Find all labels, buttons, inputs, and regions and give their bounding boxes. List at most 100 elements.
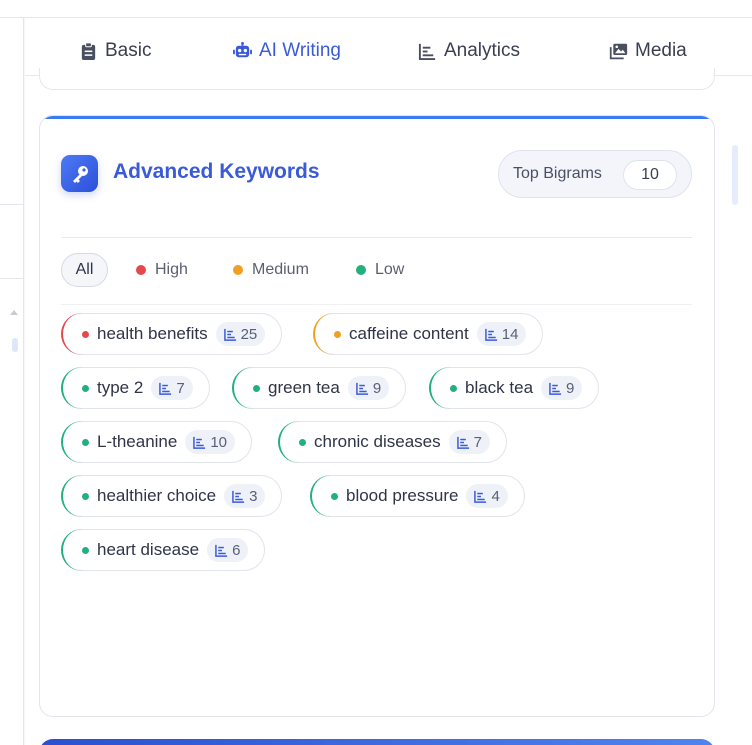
- keyword-chip[interactable]: healthier choice 3: [61, 475, 283, 517]
- previous-card-edge: [39, 68, 715, 90]
- chart-icon: [223, 328, 236, 341]
- keyword-text: type 2: [97, 378, 144, 397]
- right-scrollbar-thumb[interactable]: [732, 145, 738, 205]
- keyword-count: 7: [473, 433, 482, 451]
- top-bigrams-control[interactable]: Top Bigrams 10: [498, 150, 692, 198]
- chip-accent: [310, 475, 332, 517]
- card-title: Advanced Keywords: [113, 160, 320, 183]
- keyword-count: 10: [210, 433, 228, 451]
- keyword-count-badge: 9: [541, 376, 583, 400]
- filter-all[interactable]: All: [61, 253, 108, 287]
- chip-accent: [232, 367, 254, 409]
- tab-ai-writing[interactable]: AI Writing: [233, 36, 341, 66]
- chart-icon: [418, 43, 436, 60]
- filter-label: Medium: [252, 261, 309, 278]
- keyword-chip[interactable]: caffeine content 14: [313, 313, 544, 355]
- top-bigrams-count[interactable]: 10: [623, 160, 677, 190]
- keyword-count: 3: [249, 487, 258, 505]
- keyword-count-badge: 3: [224, 484, 266, 508]
- keyword-text: heart disease: [97, 540, 200, 559]
- high-dot-icon: [136, 265, 146, 275]
- left-pane: [0, 18, 24, 745]
- tab-basic[interactable]: Basic: [79, 36, 151, 66]
- low-dot-icon: [331, 492, 338, 500]
- keyword-count-badge: 7: [151, 376, 193, 400]
- chip-accent: [313, 313, 335, 355]
- keyword-chip[interactable]: chronic diseases 7: [278, 421, 507, 463]
- keyword-count-badge: 14: [476, 322, 527, 346]
- chip-accent: [61, 475, 83, 517]
- keyword-count: 4: [491, 487, 500, 505]
- top-strip: [0, 0, 752, 18]
- keyword-count-badge: 10: [185, 430, 236, 454]
- low-dot-icon: [82, 492, 89, 500]
- keyword-text: black tea: [465, 378, 534, 397]
- chart-icon: [456, 436, 469, 449]
- low-dot-icon: [82, 546, 89, 554]
- keyword-count: 7: [176, 379, 185, 397]
- chip-accent: [61, 313, 83, 355]
- keyword-count: 25: [240, 325, 258, 343]
- tab-label: Basic: [105, 40, 152, 61]
- tab-label: Analytics: [444, 40, 521, 61]
- tab-label: Media: [635, 40, 687, 61]
- chart-icon: [232, 490, 245, 503]
- keyword-count-badge: 4: [466, 484, 508, 508]
- keyword-text: green tea: [268, 378, 340, 397]
- chart-icon: [474, 490, 487, 503]
- filter-label: Low: [375, 261, 405, 278]
- low-dot-icon: [82, 384, 89, 392]
- keyword-count: 9: [372, 379, 382, 397]
- divider: [61, 304, 692, 305]
- tab-label: AI Writing: [259, 40, 342, 61]
- chip-accent: [61, 421, 83, 463]
- card-icon-badge: [61, 155, 98, 192]
- medium-dot-icon: [334, 330, 341, 338]
- keyword-count: 14: [501, 325, 519, 343]
- robot-icon: [233, 41, 252, 57]
- chip-accent: [61, 529, 83, 571]
- divider: [61, 237, 692, 238]
- low-dot-icon: [82, 438, 89, 446]
- chart-icon: [549, 382, 562, 395]
- filter-low[interactable]: Low: [356, 253, 404, 287]
- tab-analytics[interactable]: Analytics: [418, 36, 520, 66]
- keyword-chip[interactable]: L-theanine 10: [61, 421, 253, 463]
- chart-icon: [193, 436, 206, 449]
- chip-accent: [61, 367, 83, 409]
- keyword-text: blood pressure: [346, 486, 459, 505]
- filter-medium[interactable]: Medium: [233, 253, 309, 287]
- keyword-chip[interactable]: health benefits 25: [61, 313, 283, 355]
- images-icon: [609, 43, 628, 59]
- key-icon: [72, 165, 88, 183]
- editor-panel: Basic AI Writing Analytics Media Advance…: [25, 18, 752, 745]
- keyword-text: healthier choice: [97, 486, 217, 505]
- scroll-up-icon[interactable]: [10, 310, 18, 315]
- chip-accent: [429, 367, 451, 409]
- chart-icon: [159, 382, 172, 395]
- keyword-chip[interactable]: green tea 9: [232, 367, 407, 409]
- keyword-text: caffeine content: [349, 324, 469, 343]
- filter-high[interactable]: High: [136, 253, 188, 287]
- keyword-chip[interactable]: type 2 7: [61, 367, 210, 409]
- chip-accent: [278, 421, 300, 463]
- left-scrollbar-thumb[interactable]: [12, 338, 18, 352]
- keyword-count: 9: [566, 379, 575, 397]
- tab-media[interactable]: Media: [609, 36, 687, 66]
- keyword-text: health benefits: [97, 324, 208, 343]
- low-dot-icon: [450, 384, 457, 392]
- left-pane-divider: [0, 278, 24, 279]
- high-dot-icon: [82, 330, 89, 338]
- keyword-count: 6: [232, 541, 241, 559]
- keyword-chip[interactable]: black tea 9: [429, 367, 600, 409]
- keyword-chip[interactable]: heart disease 6: [61, 529, 266, 571]
- chart-icon: [484, 328, 497, 341]
- top-bigrams-label: Top Bigrams: [513, 165, 602, 182]
- keyword-text: L-theanine: [97, 432, 178, 451]
- advanced-keywords-card: Advanced Keywords Top Bigrams 10 All Hig…: [39, 115, 715, 717]
- low-dot-icon: [356, 265, 366, 275]
- keyword-chip[interactable]: blood pressure 4: [310, 475, 525, 517]
- next-card-edge: [39, 739, 715, 745]
- keyword-count-badge: 6: [207, 538, 249, 562]
- keyword-count-badge: 25: [215, 322, 266, 346]
